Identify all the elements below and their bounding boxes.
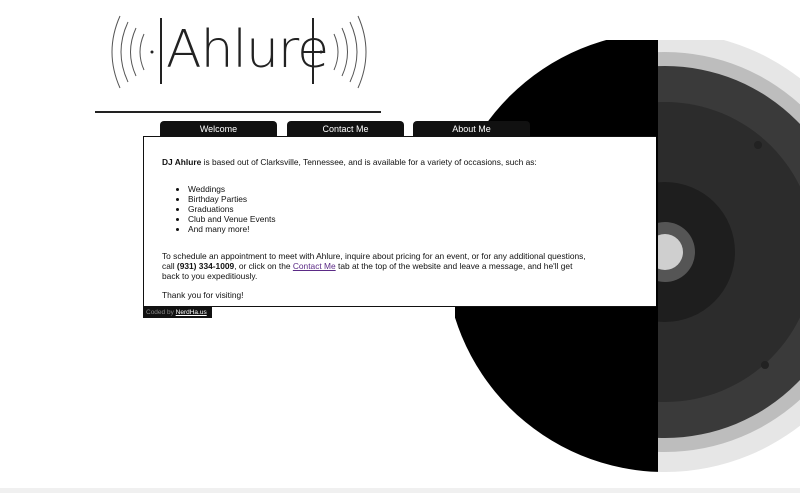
list-item: Weddings <box>188 184 592 194</box>
list-item: Club and Venue Events <box>188 214 592 224</box>
logo-text: Ahlure <box>166 20 329 80</box>
welcome-content: DJ Ahlure is based out of Clarksville, T… <box>162 157 592 300</box>
nerdha-link[interactable]: NerdHa.us <box>176 309 207 316</box>
thanks-text: Thank you for visiting! <box>162 290 244 300</box>
intro-text: is based out of Clarksville, Tennessee, … <box>201 157 537 167</box>
list-item: Graduations <box>188 204 592 214</box>
list-item: Birthday Parties <box>188 194 592 204</box>
footer-credit: Coded by NerdHa.us <box>143 307 212 318</box>
tab-welcome[interactable]: Welcome <box>160 121 277 137</box>
logo-underline-divider <box>95 111 381 113</box>
schedule-paragraph: To schedule an appointment to meet with … <box>162 251 592 281</box>
schedule-text: , or click on the <box>234 261 293 271</box>
phone-number: (931) 334-1009 <box>176 261 235 271</box>
occasions-list: Weddings Birthday Parties Graduations Cl… <box>162 184 592 234</box>
intro-paragraph: DJ Ahlure is based out of Clarksville, T… <box>162 157 592 167</box>
content-panel: DJ Ahlure is based out of Clarksville, T… <box>143 136 656 307</box>
coded-by-label: Coded by <box>146 309 174 316</box>
tab-about-me[interactable]: About Me <box>413 121 530 137</box>
tab-contact-me[interactable]: Contact Me <box>287 121 404 137</box>
intro-name: DJ Ahlure <box>162 157 202 167</box>
contact-me-link[interactable]: Contact Me <box>293 261 336 271</box>
list-item: And many more! <box>188 224 592 234</box>
horizontal-scrollbar[interactable] <box>0 488 800 493</box>
